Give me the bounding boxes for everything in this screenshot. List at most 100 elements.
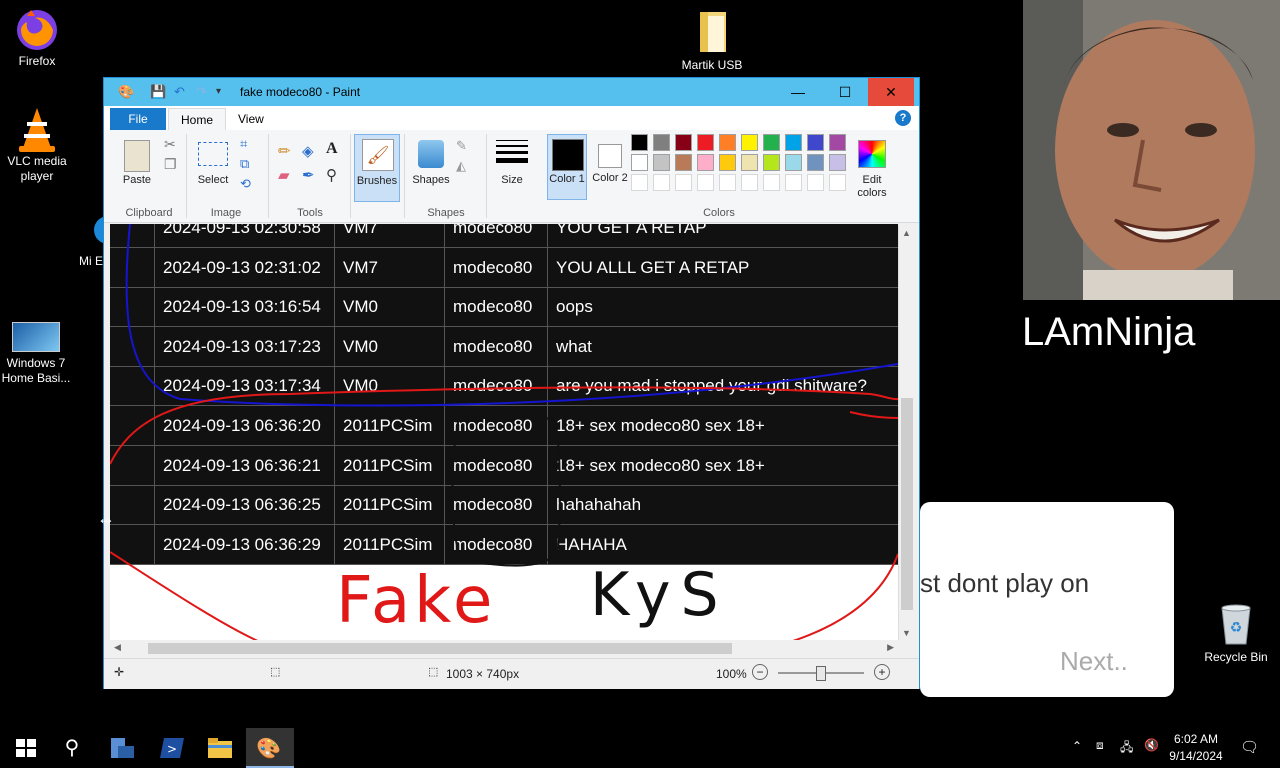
copy-icon[interactable]: ❐ <box>164 156 177 173</box>
desktop-icon-windows7[interactable]: Windows 7 Home Basi... <box>0 318 72 386</box>
save-icon[interactable]: 💾 <box>150 84 166 100</box>
palette-swatch[interactable] <box>763 174 780 191</box>
redo-icon[interactable]: ↷ <box>196 84 207 100</box>
vertical-scrollbar[interactable]: ▲ ▼ <box>898 226 915 640</box>
network-icon[interactable]: 🖧 <box>1120 738 1133 759</box>
shapes-button[interactable]: Shapes <box>408 136 454 202</box>
color-picker-icon[interactable]: ✒ <box>302 166 315 184</box>
vlc-icon <box>13 106 61 152</box>
tab-file[interactable]: File <box>110 108 166 130</box>
palette-swatch[interactable] <box>785 154 802 171</box>
clock-time[interactable]: 6:02 AM <box>1172 732 1220 746</box>
svg-text:>: > <box>167 742 177 756</box>
webcam-feed <box>1023 0 1280 300</box>
scroll-thumb-horizontal[interactable] <box>148 643 732 654</box>
palette-swatch[interactable] <box>807 174 824 191</box>
file-explorer-icon[interactable] <box>206 734 234 762</box>
minimize-button[interactable]: — <box>775 78 821 106</box>
pencil-icon[interactable]: ✏ <box>278 142 291 160</box>
next-button[interactable]: Next.. <box>1060 646 1128 677</box>
palette-swatch[interactable] <box>741 174 758 191</box>
desktop-icon-vlc[interactable]: VLC media player <box>1 106 73 184</box>
help-icon[interactable]: ? <box>895 110 911 126</box>
maximize-button[interactable]: ☐ <box>822 78 868 106</box>
start-button[interactable] <box>12 734 40 762</box>
scroll-right-icon[interactable]: ▶ <box>887 642 894 653</box>
palette-swatch[interactable] <box>741 154 758 171</box>
show-hidden-icons-icon[interactable]: ⌃ <box>1072 739 1082 753</box>
volume-muted-icon[interactable]: 🔇 <box>1144 738 1159 752</box>
title-bar[interactable]: 🎨 💾 ↶ ↷ ▾ fake modeco80 - Paint — ☐ ✕ <box>104 78 919 106</box>
palette-swatch[interactable] <box>697 134 714 151</box>
paste-button[interactable]: Paste <box>116 136 160 202</box>
text-icon[interactable]: A <box>326 140 338 158</box>
outline-icon[interactable]: ✎ <box>456 138 467 154</box>
palette-swatch[interactable] <box>829 174 846 191</box>
scroll-up-icon[interactable]: ▲ <box>902 228 911 238</box>
tab-home[interactable]: Home <box>168 108 227 131</box>
zoom-in-icon[interactable]: + <box>874 664 890 680</box>
search-icon[interactable]: ⚲ <box>58 734 86 762</box>
desktop-icon-label: Martik USB <box>681 58 743 72</box>
palette-swatch[interactable] <box>741 134 758 151</box>
undo-icon[interactable]: ↶ <box>174 84 185 100</box>
color2-button[interactable]: Color 2 <box>590 134 630 200</box>
scroll-left-icon[interactable]: ◀ <box>114 642 121 653</box>
action-center-icon[interactable]: 🗨 <box>1240 738 1259 756</box>
scroll-down-icon[interactable]: ▼ <box>902 628 911 638</box>
notification-icon[interactable]: ⧈ <box>1096 738 1104 753</box>
clock-date[interactable]: 9/14/2024 <box>1166 749 1226 763</box>
zoom-out-icon[interactable]: − <box>752 664 768 680</box>
size-button[interactable]: Size <box>492 136 532 202</box>
paint-taskbar-active[interactable]: 🎨 <box>246 728 294 768</box>
palette-swatch[interactable] <box>631 134 648 151</box>
paint-canvas[interactable]: 2024-09-13 02:30:58 VM7 modeco80 YOU GET A … <box>110 224 898 642</box>
tab-view[interactable]: View <box>226 108 276 130</box>
magnifier-icon[interactable]: ⚲ <box>326 166 337 184</box>
palette-swatch[interactable] <box>763 134 780 151</box>
palette-swatch[interactable] <box>807 134 824 151</box>
scroll-thumb[interactable] <box>901 398 913 610</box>
powershell-icon[interactable]: > <box>158 734 186 762</box>
palette-swatch[interactable] <box>829 134 846 151</box>
fill-icon[interactable]: ◈ <box>302 142 314 160</box>
palette-swatch[interactable] <box>653 134 670 151</box>
palette-swatch[interactable] <box>675 154 692 171</box>
palette-swatch[interactable] <box>697 174 714 191</box>
select-button[interactable]: Select <box>192 136 236 202</box>
color1-button[interactable]: Color 1 <box>547 134 587 200</box>
palette-swatch[interactable] <box>653 174 670 191</box>
edit-colors-button[interactable]: Edit colors <box>852 136 892 202</box>
palette-swatch[interactable] <box>675 174 692 191</box>
palette-swatch[interactable] <box>653 154 670 171</box>
palette-swatch[interactable] <box>763 154 780 171</box>
zoom-slider[interactable] <box>778 666 864 681</box>
customize-quick-access-icon[interactable]: ▾ <box>216 86 221 97</box>
resize-icon[interactable]: ⧉ <box>240 156 249 172</box>
palette-swatch[interactable] <box>697 154 714 171</box>
palette-swatch[interactable] <box>719 154 736 171</box>
zoom-slider-thumb[interactable] <box>816 666 826 681</box>
brushes-button[interactable]: 🖌 Brushes <box>354 134 400 202</box>
cut-icon[interactable]: ✂ <box>164 136 176 153</box>
close-button[interactable]: ✕ <box>868 78 914 106</box>
eraser-icon[interactable]: ▰ <box>278 166 290 184</box>
server-manager-icon[interactable] <box>108 734 136 762</box>
desktop-icon-recycle-bin[interactable]: ♻ Recycle Bin <box>1200 602 1272 665</box>
rotate-icon[interactable]: ⟲ <box>240 176 251 192</box>
desktop-icon-firefox[interactable]: Firefox <box>1 6 73 69</box>
palette-swatch[interactable] <box>719 134 736 151</box>
brushes-label: Brushes <box>356 175 398 187</box>
desktop-icon-martik-usb[interactable]: Martik USB <box>676 10 748 73</box>
horizontal-scrollbar[interactable]: ◀ ▶ <box>110 640 898 657</box>
palette-swatch[interactable] <box>631 154 648 171</box>
palette-swatch[interactable] <box>807 154 824 171</box>
palette-swatch[interactable] <box>785 134 802 151</box>
palette-swatch[interactable] <box>719 174 736 191</box>
fill-shape-icon[interactable]: ◭ <box>456 158 466 174</box>
palette-swatch[interactable] <box>631 174 648 191</box>
palette-swatch[interactable] <box>829 154 846 171</box>
palette-swatch[interactable] <box>675 134 692 151</box>
palette-swatch[interactable] <box>785 174 802 191</box>
crop-icon[interactable]: ⌗ <box>240 136 247 152</box>
